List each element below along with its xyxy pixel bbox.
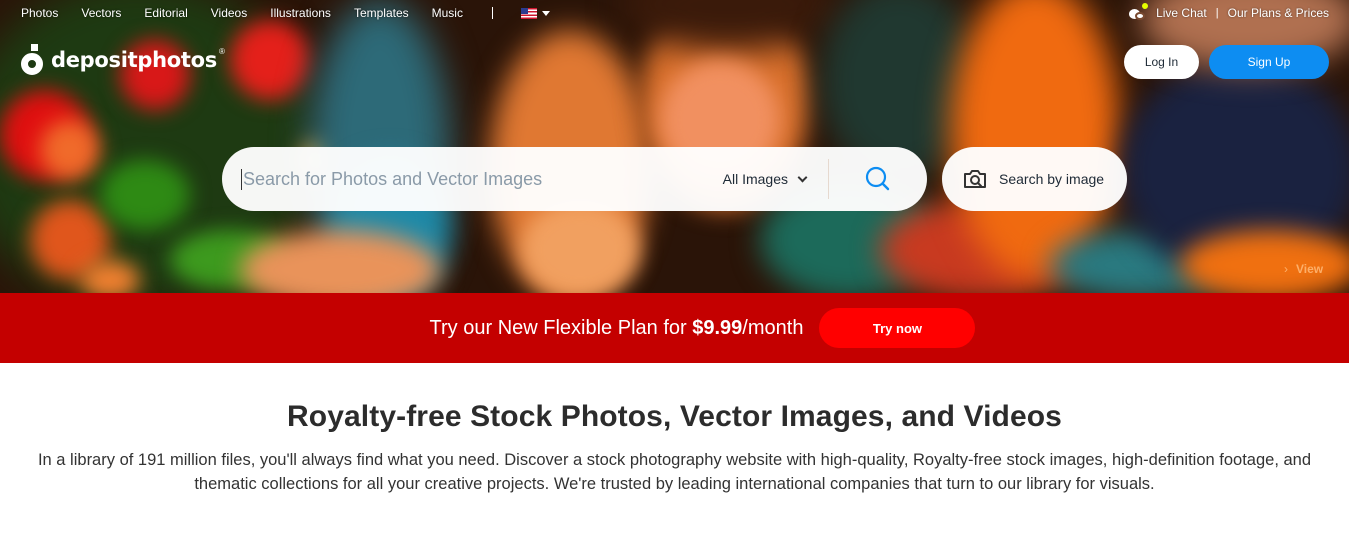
language-selector[interactable] [520, 7, 550, 19]
search-input[interactable] [222, 147, 723, 211]
account-links: Live Chat | Our Plans & Prices [1129, 3, 1329, 21]
link-separator: | [1215, 7, 1219, 19]
view-photo-link[interactable]: › View [1284, 262, 1323, 276]
image-type-dropdown[interactable]: All Images [723, 147, 828, 211]
promo-prefix: Try our New Flexible Plan for [429, 316, 693, 339]
nav-photos[interactable]: Photos [21, 6, 58, 20]
top-navigation: Photos Vectors Editorial Videos Illustra… [21, 5, 550, 21]
login-button[interactable]: Log In [1124, 45, 1199, 79]
caret-down-icon [541, 10, 550, 16]
camera-search-icon [964, 170, 986, 188]
promo-banner: Try our New Flexible Plan for $9.99/mont… [0, 293, 1349, 363]
live-chat-link[interactable]: Live Chat [1156, 6, 1207, 20]
hero-banner: Photos Vectors Editorial Videos Illustra… [0, 0, 1349, 293]
plans-prices-link[interactable]: Our Plans & Prices [1228, 6, 1329, 20]
try-now-button[interactable]: Try now [819, 308, 976, 348]
promo-price: $9.99 [692, 316, 743, 339]
us-flag-icon [520, 7, 537, 19]
nav-divider [491, 7, 493, 19]
nav-videos[interactable]: Videos [211, 6, 247, 20]
chevron-right-icon: › [1284, 262, 1288, 276]
nav-illustrations[interactable]: Illustrations [270, 6, 331, 20]
promo-suffix: /month [742, 316, 804, 339]
chevron-down-icon [797, 172, 808, 182]
search-by-image-label: Search by image [999, 171, 1105, 187]
depositphotos-logo[interactable]: depositphotos ® [20, 44, 228, 75]
nav-templates[interactable]: Templates [354, 6, 409, 20]
page-title: Royalty-free Stock Photos, Vector Images… [287, 400, 1062, 433]
intro-description: In a library of 191 million files, you'l… [37, 451, 1312, 493]
search-icon [865, 166, 890, 191]
search-button[interactable] [829, 147, 927, 211]
view-label: View [1296, 262, 1324, 276]
signup-button[interactable]: Sign Up [1209, 45, 1329, 79]
text-cursor [241, 169, 242, 190]
intro-section: Royalty-free Stock Photos, Vector Images… [0, 400, 1349, 496]
image-type-selected: All Images [722, 171, 788, 187]
promo-text: Try our New Flexible Plan for $9.99/mont… [430, 317, 804, 340]
nav-vectors[interactable]: Vectors [81, 6, 121, 20]
registered-mark: ® [218, 47, 225, 56]
nav-music[interactable]: Music [432, 6, 463, 20]
nav-editorial[interactable]: Editorial [144, 6, 187, 20]
logo-wordmark: depositphotos [51, 47, 217, 72]
search-by-image-button[interactable]: Search by image [942, 147, 1127, 211]
chat-bubbles-icon [1129, 3, 1149, 20]
logo-mark-icon [20, 44, 46, 75]
search-bar: All Images [222, 147, 927, 211]
